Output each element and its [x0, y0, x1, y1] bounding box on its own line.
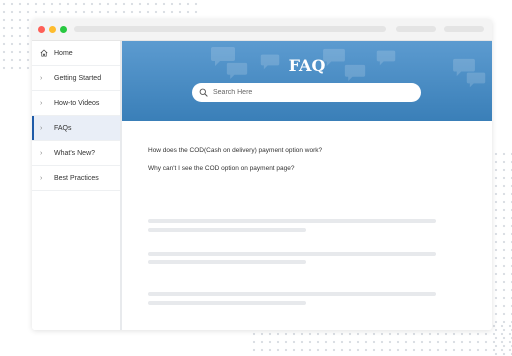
- faq-question[interactable]: How does the COD(Cash on delivery) payme…: [148, 147, 322, 154]
- toolbar-placeholder: [444, 26, 484, 32]
- sidebar-item-faqs[interactable]: › FAQs: [32, 116, 120, 141]
- skeleton-line: [148, 219, 436, 223]
- sidebar-item-label: Best Practices: [54, 174, 99, 182]
- sidebar-item-home[interactable]: Home: [32, 41, 120, 66]
- sidebar-item-getting-started[interactable]: › Getting Started: [32, 66, 120, 91]
- sidebar-item-label: How-to Videos: [54, 99, 100, 107]
- skeleton-line: [148, 228, 306, 232]
- sidebar-item-whats-new[interactable]: › What's New?: [32, 141, 120, 166]
- sidebar-item-best-practices[interactable]: › Best Practices: [32, 166, 120, 191]
- sidebar-item-label: FAQs: [54, 124, 72, 132]
- home-icon: [40, 49, 54, 57]
- close-window-button[interactable]: [38, 26, 45, 33]
- browser-titlebar: [32, 19, 492, 41]
- sidebar-item-label: Home: [54, 49, 73, 57]
- address-bar[interactable]: [74, 26, 386, 32]
- decorative-dot-grid: [492, 150, 512, 356]
- sidebar-item-label: What's New?: [54, 149, 96, 157]
- skeleton-line: [148, 260, 306, 264]
- toolbar-placeholder: [396, 26, 436, 32]
- faq-hero-banner: FAQ: [122, 41, 492, 121]
- sidebar-item-how-to-videos[interactable]: › How-to Videos: [32, 91, 120, 116]
- chevron-right-icon: ›: [40, 149, 43, 157]
- page-title: FAQ: [288, 56, 326, 75]
- skeleton-line: [148, 301, 306, 305]
- faq-question[interactable]: Why can't I see the COD option on paymen…: [148, 165, 322, 172]
- browser-window: Home › Getting Started › How-to Videos ›…: [32, 19, 492, 330]
- chevron-right-icon: ›: [40, 74, 43, 82]
- minimize-window-button[interactable]: [49, 26, 56, 33]
- search-bar[interactable]: [192, 83, 421, 102]
- chevron-right-icon: ›: [40, 99, 43, 107]
- skeleton-line: [148, 252, 436, 256]
- search-icon: [199, 84, 208, 102]
- sidebar-item-label: Getting Started: [54, 74, 102, 82]
- sidebar: Home › Getting Started › How-to Videos ›…: [32, 41, 122, 330]
- chevron-right-icon: ›: [40, 174, 43, 182]
- maximize-window-button[interactable]: [60, 26, 67, 33]
- main-content: FAQ How does the COD(Cash on delivery) p…: [122, 41, 492, 330]
- faq-question-list: How does the COD(Cash on delivery) payme…: [148, 147, 322, 183]
- search-input[interactable]: [213, 89, 403, 96]
- chevron-right-icon: ›: [40, 124, 43, 132]
- skeleton-line: [148, 292, 436, 296]
